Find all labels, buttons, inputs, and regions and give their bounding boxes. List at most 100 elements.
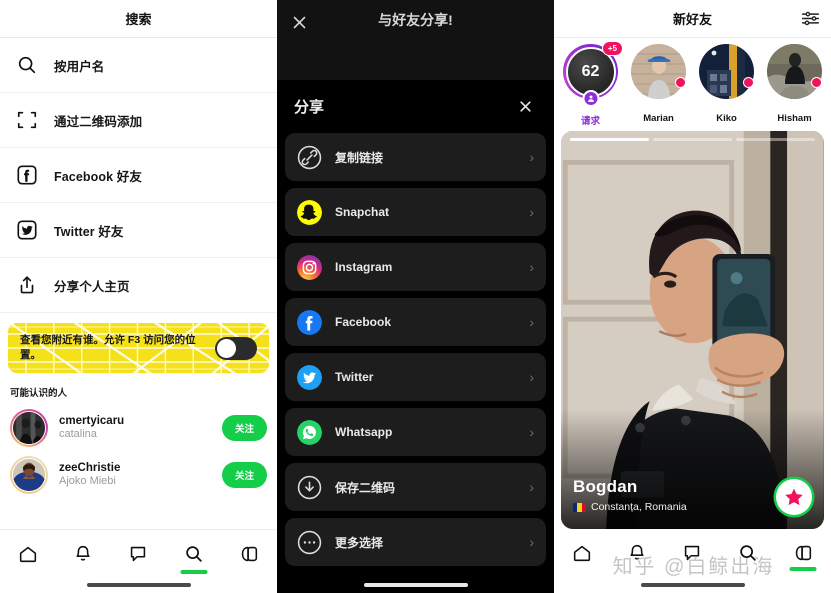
person-username: cmertyicaru — [59, 415, 125, 427]
row-label: Facebook 好友 — [54, 169, 142, 184]
share-item-twitter[interactable]: Twitter › — [285, 353, 546, 401]
profile-card[interactable]: Bogdan Constanța, Romania — [561, 131, 824, 529]
location-permission-banner[interactable]: 查看您附近有谁。允许 F3 访问您的位置。 — [8, 323, 269, 373]
search-by-username-row[interactable]: 按用户名 — [0, 38, 277, 93]
chevron-right-icon: › — [529, 424, 534, 440]
share-item-label: 更多选择 — [335, 535, 384, 550]
tab-messages[interactable] — [672, 533, 712, 573]
tab-notifications[interactable] — [63, 534, 103, 574]
row-label: 分享个人主页 — [54, 279, 130, 294]
story-item-hisham[interactable]: Hisham — [765, 44, 824, 127]
chevron-right-icon: › — [529, 314, 534, 330]
person-add-icon — [582, 90, 599, 107]
share-item-instagram[interactable]: Instagram › — [285, 243, 546, 291]
share-sheet-header: 分享 — [285, 80, 546, 133]
share-item-more-options[interactable]: 更多选择 › — [285, 518, 546, 566]
bell-icon — [76, 545, 90, 561]
story-name: Marian — [643, 113, 674, 124]
chevron-right-icon: › — [529, 204, 534, 220]
search-icon — [186, 545, 202, 562]
progress-segment — [653, 138, 732, 141]
row-label: 按用户名 — [54, 59, 105, 74]
share-item-whatsapp[interactable]: Whatsapp › — [285, 408, 546, 456]
card-location-text: Constanța, Romania — [591, 501, 687, 513]
home-icon — [573, 545, 590, 562]
row-label: Twitter 好友 — [54, 224, 124, 239]
share-item-label: Twitter — [335, 370, 374, 384]
close-icon[interactable] — [513, 95, 537, 119]
person-meta: cmertyicaru catalina — [59, 415, 211, 440]
avatar-photo-icon — [699, 44, 754, 99]
add-by-qrcode-row[interactable]: 通过二维码添加 — [0, 93, 277, 148]
page-title: 新好友 — [672, 12, 712, 27]
share-profile-row[interactable]: 分享个人主页 — [0, 258, 277, 313]
follow-button[interactable]: 关注 — [221, 461, 267, 488]
link-icon — [297, 145, 322, 170]
avatar-ring — [10, 455, 48, 494]
card-name: Bogdan — [573, 477, 638, 496]
tab-home[interactable] — [562, 533, 602, 573]
twitter-icon — [297, 364, 322, 390]
tab-cards[interactable] — [229, 534, 269, 574]
star-button[interactable] — [776, 479, 812, 515]
story-progress[interactable] — [570, 138, 815, 141]
chevron-right-icon: › — [529, 149, 534, 165]
tab-search[interactable] — [728, 533, 768, 573]
active-tab-indicator — [180, 569, 208, 574]
home-indicator — [277, 577, 554, 593]
screenshot-root: 搜索 按用户名 通过二维码添加 Facebook 好友 Twitter 好友 分… — [0, 0, 831, 593]
list-item[interactable]: zeeChristie Ajoko Miebi 关注 — [0, 451, 277, 498]
chat-bubble-icon — [131, 546, 146, 561]
person-username: zeeChristie — [59, 462, 121, 474]
share-item-facebook[interactable]: Facebook › — [285, 298, 546, 346]
requests-avatar-wrap: 62 +5 — [563, 41, 623, 107]
stories-row: 62 +5 请求 Marian Kiko Hisham — [554, 38, 831, 131]
tab-home[interactable] — [8, 534, 48, 574]
story-item-marian[interactable]: Marian — [629, 44, 688, 127]
tab-cards[interactable] — [783, 533, 823, 573]
new-friends-header: 新好友 — [554, 0, 831, 38]
avatar — [12, 457, 46, 492]
share-panel: 与好友分享! 分享 复制链接 › Snapchat › Instagram › … — [277, 0, 554, 593]
chevron-right-icon: › — [529, 369, 534, 385]
qrcode-scan-icon — [16, 109, 38, 131]
tab-notifications[interactable] — [617, 533, 657, 573]
share-item-label: Whatsapp — [335, 425, 393, 439]
friend-requests-bubble[interactable]: 62 +5 请求 — [561, 41, 623, 127]
twitter-icon — [16, 219, 38, 241]
profile-card-wrap: Bogdan Constanța, Romania — [554, 131, 831, 529]
bottom-tabbar — [0, 529, 277, 577]
tab-search[interactable] — [174, 534, 214, 574]
story-item-kiko[interactable]: Kiko — [697, 44, 756, 127]
avatar-ring — [10, 408, 48, 447]
tab-messages[interactable] — [118, 534, 158, 574]
avatar-photo-icon — [767, 44, 822, 99]
avatar — [631, 44, 686, 99]
search-header: 搜索 — [0, 0, 277, 38]
row-label: 通过二维码添加 — [54, 114, 143, 129]
story-avatar-wrap — [631, 44, 686, 99]
share-item-snapchat[interactable]: Snapchat › — [285, 188, 546, 236]
list-item[interactable]: cmertyicaru catalina 关注 — [0, 404, 277, 451]
card-location: Constanța, Romania — [573, 501, 687, 513]
share-item-label: 复制链接 — [335, 150, 384, 165]
twitter-friends-row[interactable]: Twitter 好友 — [0, 203, 277, 258]
bottom-tabbar — [554, 529, 831, 577]
share-items-list: 复制链接 › Snapchat › Instagram › Facebook ›… — [285, 133, 546, 566]
snapchat-icon — [297, 199, 322, 225]
home-indicator — [554, 577, 831, 593]
requests-plus-badge: +5 — [601, 41, 623, 56]
location-toggle[interactable] — [215, 336, 257, 360]
requests-label: 请求 — [580, 116, 600, 127]
search-icon — [740, 545, 756, 561]
follow-button[interactable]: 关注 — [221, 414, 267, 441]
share-item-save-qrcode[interactable]: 保存二维码 › — [285, 463, 546, 511]
sliders-icon[interactable] — [798, 7, 822, 31]
share-item-label: Snapchat — [335, 205, 390, 219]
share-item-copy-link[interactable]: 复制链接 › — [285, 133, 546, 181]
romania-flag-icon — [573, 502, 586, 512]
home-icon — [19, 546, 36, 562]
progress-segment — [570, 138, 649, 141]
bell-icon — [630, 544, 644, 560]
facebook-friends-row[interactable]: Facebook 好友 — [0, 148, 277, 203]
